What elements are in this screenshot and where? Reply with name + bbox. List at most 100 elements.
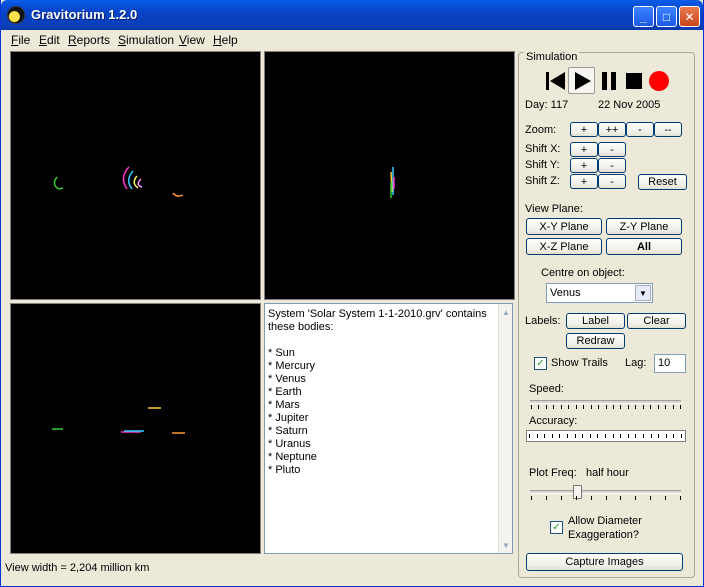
info-intro-line2: these bodies: bbox=[268, 321, 334, 333]
menu-reports-rest: eports bbox=[76, 33, 111, 47]
lag-input[interactable]: 10 bbox=[654, 354, 686, 373]
menu-reports-key: R bbox=[68, 33, 77, 47]
plane-all-button[interactable]: All bbox=[606, 238, 682, 255]
info-intro-line1: System 'Solar System 1-1-2010.grv' conta… bbox=[268, 308, 487, 320]
show-trails-label: Show Trails bbox=[551, 357, 608, 369]
menu-edit[interactable]: Edit bbox=[39, 33, 60, 47]
status-bar: View width = 2,204 million km bbox=[5, 562, 150, 574]
slider-tick bbox=[680, 405, 681, 409]
shift-z-minus-button[interactable]: - bbox=[598, 174, 626, 189]
close-button[interactable]: ✕ bbox=[679, 6, 700, 27]
centre-object-label: Centre on object: bbox=[541, 267, 625, 279]
centre-object-select[interactable]: Venus ▼ bbox=[546, 283, 653, 303]
menu-file[interactable]: File bbox=[11, 33, 30, 47]
reset-button[interactable]: Reset bbox=[638, 174, 687, 190]
pause-icon bbox=[601, 71, 616, 90]
plot-freq-slider-track[interactable] bbox=[530, 490, 681, 494]
system-info-text[interactable]: System 'Solar System 1-1-2010.grv' conta… bbox=[264, 303, 513, 554]
stop-button[interactable] bbox=[620, 67, 647, 94]
accuracy-label: Accuracy: bbox=[529, 415, 578, 427]
accuracy-bar[interactable] bbox=[526, 430, 686, 442]
info-scrollbar[interactable]: ▲ ▼ bbox=[498, 304, 512, 553]
menu-view-key: V bbox=[179, 33, 187, 47]
slider-tick bbox=[651, 434, 652, 438]
zoom-in-fast-button[interactable]: ++ bbox=[598, 122, 626, 137]
slider-tick bbox=[561, 405, 562, 409]
slider-tick bbox=[665, 496, 666, 500]
slider-tick bbox=[597, 434, 598, 438]
slider-tick bbox=[628, 434, 629, 438]
speed-slider-track[interactable] bbox=[530, 400, 681, 404]
shift-y-label: Shift Y: bbox=[525, 159, 560, 171]
record-button[interactable] bbox=[645, 67, 672, 94]
view-zy-plane[interactable] bbox=[264, 51, 515, 300]
slider-tick bbox=[559, 434, 560, 438]
menu-edit-key: E bbox=[39, 33, 48, 47]
menu-reports[interactable]: Reports bbox=[68, 33, 110, 47]
plane-xy-button[interactable]: X-Y Plane bbox=[526, 218, 602, 235]
slider-tick bbox=[606, 496, 607, 500]
title-bar[interactable]: Gravitorium 1.2.0 _ □ ✕ bbox=[1, 0, 703, 30]
body-item: * Sun bbox=[268, 347, 295, 359]
body-item: * Jupiter bbox=[268, 412, 309, 424]
slider-tick bbox=[650, 496, 651, 500]
menu-view-rest: iew bbox=[186, 33, 205, 47]
plot-freq-label: Plot Freq: bbox=[529, 467, 577, 479]
check-icon: ✓ bbox=[552, 522, 561, 533]
menu-simulation[interactable]: Simulation bbox=[118, 33, 174, 47]
slider-tick bbox=[605, 434, 606, 438]
stop-icon bbox=[625, 72, 642, 89]
centre-object-value: Venus bbox=[550, 287, 581, 299]
menu-help[interactable]: Help bbox=[213, 33, 238, 47]
body-item: * Venus bbox=[268, 373, 306, 385]
plane-xz-button[interactable]: X-Z Plane bbox=[526, 238, 602, 255]
play-button[interactable] bbox=[568, 67, 595, 94]
slider-tick bbox=[635, 496, 636, 500]
slider-tick bbox=[606, 405, 607, 409]
maximize-button[interactable]: □ bbox=[656, 6, 677, 27]
zoom-out-button[interactable]: - bbox=[626, 122, 654, 137]
zoom-in-button[interactable]: + bbox=[570, 122, 598, 137]
slider-tick bbox=[537, 434, 538, 438]
view-xy-plane[interactable] bbox=[10, 51, 261, 300]
slider-tick bbox=[613, 405, 614, 409]
view-xz-plane[interactable] bbox=[10, 303, 261, 554]
body-item: * Pluto bbox=[268, 464, 301, 476]
slider-tick bbox=[590, 434, 591, 438]
diameter-exaggeration-checkbox[interactable]: ✓ bbox=[550, 521, 563, 534]
clear-button[interactable]: Clear bbox=[627, 313, 686, 329]
slider-tick bbox=[531, 496, 532, 500]
skip-back-button[interactable] bbox=[541, 67, 568, 94]
slider-tick bbox=[643, 434, 644, 438]
pause-button[interactable] bbox=[595, 67, 622, 94]
plane-zy-button[interactable]: Z-Y Plane bbox=[606, 218, 682, 235]
chevron-down-icon[interactable]: ▼ bbox=[635, 285, 651, 301]
capture-images-button[interactable]: Capture Images bbox=[526, 553, 683, 571]
diameter-label-line2: Exaggeration? bbox=[568, 529, 639, 541]
shift-x-minus-button[interactable]: - bbox=[598, 142, 626, 157]
scroll-down-icon[interactable]: ▼ bbox=[500, 538, 512, 552]
label-button[interactable]: Label bbox=[566, 313, 625, 329]
body-item: * Uranus bbox=[268, 438, 311, 450]
shift-y-plus-button[interactable]: + bbox=[570, 158, 598, 173]
redraw-button[interactable]: Redraw bbox=[566, 333, 625, 349]
shift-y-minus-button[interactable]: - bbox=[598, 158, 626, 173]
app-window: Gravitorium 1.2.0 _ □ ✕ File Edit Report… bbox=[0, 0, 704, 587]
slider-tick bbox=[673, 405, 674, 409]
minimize-button[interactable]: _ bbox=[633, 6, 654, 27]
slider-tick bbox=[591, 496, 592, 500]
shift-z-plus-button[interactable]: + bbox=[570, 174, 598, 189]
show-trails-checkbox[interactable]: ✓ bbox=[534, 357, 547, 370]
zoom-out-fast-button[interactable]: -- bbox=[654, 122, 682, 137]
slider-tick bbox=[598, 405, 599, 409]
orbit-trails-xz bbox=[52, 407, 185, 434]
menu-file-rest: ile bbox=[18, 33, 31, 47]
slider-tick bbox=[591, 405, 592, 409]
scroll-up-icon[interactable]: ▲ bbox=[500, 305, 512, 319]
check-icon: ✓ bbox=[536, 358, 545, 369]
menu-view[interactable]: View bbox=[179, 33, 205, 47]
shift-x-plus-button[interactable]: + bbox=[570, 142, 598, 157]
labels-label: Labels: bbox=[525, 315, 561, 327]
slider-tick bbox=[575, 434, 576, 438]
